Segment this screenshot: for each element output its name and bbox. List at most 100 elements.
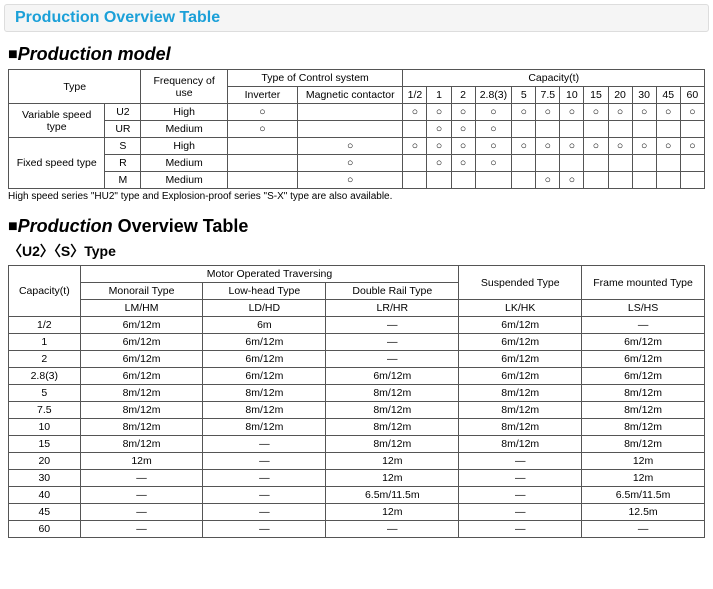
table-row: 60————— [9,521,705,538]
table-row: Variable speed typeU2High○○○○○○○○○○○○○ [9,104,705,121]
td-cap: ○ [536,138,560,155]
th-suspended: Suspended Type [459,266,582,300]
td-val: 6.5m/11.5m [582,487,705,504]
td-val: 6m/12m [80,334,203,351]
th-sub: LS/HS [582,300,705,317]
th-cap-val: 2 [451,87,475,104]
td-cap [632,172,656,189]
td-cap: ○ [451,138,475,155]
td-val: 8m/12m [459,419,582,436]
td-val: 8m/12m [80,402,203,419]
table-row: 2012m—12m—12m [9,453,705,470]
td-cap [512,121,536,138]
table-row: 158m/12m—8m/12m8m/12m8m/12m [9,436,705,453]
td-val: — [459,470,582,487]
td-val: — [80,470,203,487]
footnote: High speed series "HU2" type and Explosi… [8,191,713,202]
td-val: 12.5m [582,504,705,521]
td-val: — [203,470,326,487]
table-row: 2.8(3)6m/12m6m/12m6m/12m6m/12m6m/12m [9,368,705,385]
td-cap: 7.5 [9,402,81,419]
table-row: 45——12m—12.5m [9,504,705,521]
td-val: — [80,504,203,521]
td-cap [680,172,704,189]
th-capacity: Capacity(t) [9,266,81,317]
td-inv [227,155,297,172]
td-cap: ○ [451,155,475,172]
td-val: 8m/12m [326,402,459,419]
td-val: — [459,487,582,504]
td-freq: High [141,104,227,121]
td-cap: ○ [632,138,656,155]
td-cap: 15 [9,436,81,453]
td-cap [680,155,704,172]
td-inv [227,138,297,155]
td-cap [632,121,656,138]
td-val: 8m/12m [203,402,326,419]
table-row: 1/26m/12m6m—6m/12m— [9,317,705,334]
td-val: 6m/12m [203,351,326,368]
td-cap [608,121,632,138]
td-val: 6m/12m [80,368,203,385]
td-cap: ○ [608,138,632,155]
table-row: MMedium○○○ [9,172,705,189]
td-val: 6m/12m [80,351,203,368]
td-val: — [326,317,459,334]
td-cap: ○ [451,104,475,121]
td-cap [403,172,427,189]
table-row: 40——6.5m/11.5m—6.5m/11.5m [9,487,705,504]
td-cap: 20 [9,453,81,470]
td-freq: High [141,138,227,155]
th-cap-val: 15 [584,87,608,104]
td-cap: ○ [632,104,656,121]
td-val: 8m/12m [80,436,203,453]
td-val: 6m/12m [582,368,705,385]
td-mag: ○ [298,138,403,155]
table-row: RMedium○○○○ [9,155,705,172]
td-mag: ○ [298,155,403,172]
td-cap: 2 [9,351,81,368]
td-cap [608,172,632,189]
td-cap: ○ [451,121,475,138]
th-cap-val: 45 [656,87,680,104]
td-cap [536,155,560,172]
th-cap-val: 2.8(3) [475,87,512,104]
td-cap: ○ [560,138,584,155]
table-row: 30——12m—12m [9,470,705,487]
table-production-model: TypeFrequency of useType of Control syst… [8,69,705,189]
th-type: Type [9,70,141,104]
td-cap: ○ [560,104,584,121]
td-cap [560,155,584,172]
td-cap [427,172,451,189]
td-cap: 5 [9,385,81,402]
heading-production-model: ■Production model [8,44,713,65]
td-val: 8m/12m [582,419,705,436]
td-val: — [80,487,203,504]
td-cap: 30 [9,470,81,487]
td-cap: 1 [9,334,81,351]
td-val: 12m [80,453,203,470]
td-type: S [105,138,141,155]
td-val: — [203,504,326,521]
td-cap: ○ [512,104,536,121]
td-cap: 40 [9,487,81,504]
th-freq: Frequency of use [141,70,227,104]
td-val: — [203,487,326,504]
td-cap [475,172,512,189]
td-val: 6m/12m [203,368,326,385]
td-cap [632,155,656,172]
td-val: 6m [203,317,326,334]
th-cap-val: 20 [608,87,632,104]
td-cap [403,155,427,172]
td-type: M [105,172,141,189]
th-sub: LM/HM [80,300,203,317]
td-val: 8m/12m [326,419,459,436]
table-overview: Capacity(t)Motor Operated TraversingSusp… [8,265,705,538]
td-val: 6m/12m [459,334,582,351]
th-sub: LK/HK [459,300,582,317]
td-val: 8m/12m [326,436,459,453]
td-mag [298,104,403,121]
td-freq: Medium [141,121,227,138]
td-mag: ○ [298,172,403,189]
td-val: — [582,521,705,538]
